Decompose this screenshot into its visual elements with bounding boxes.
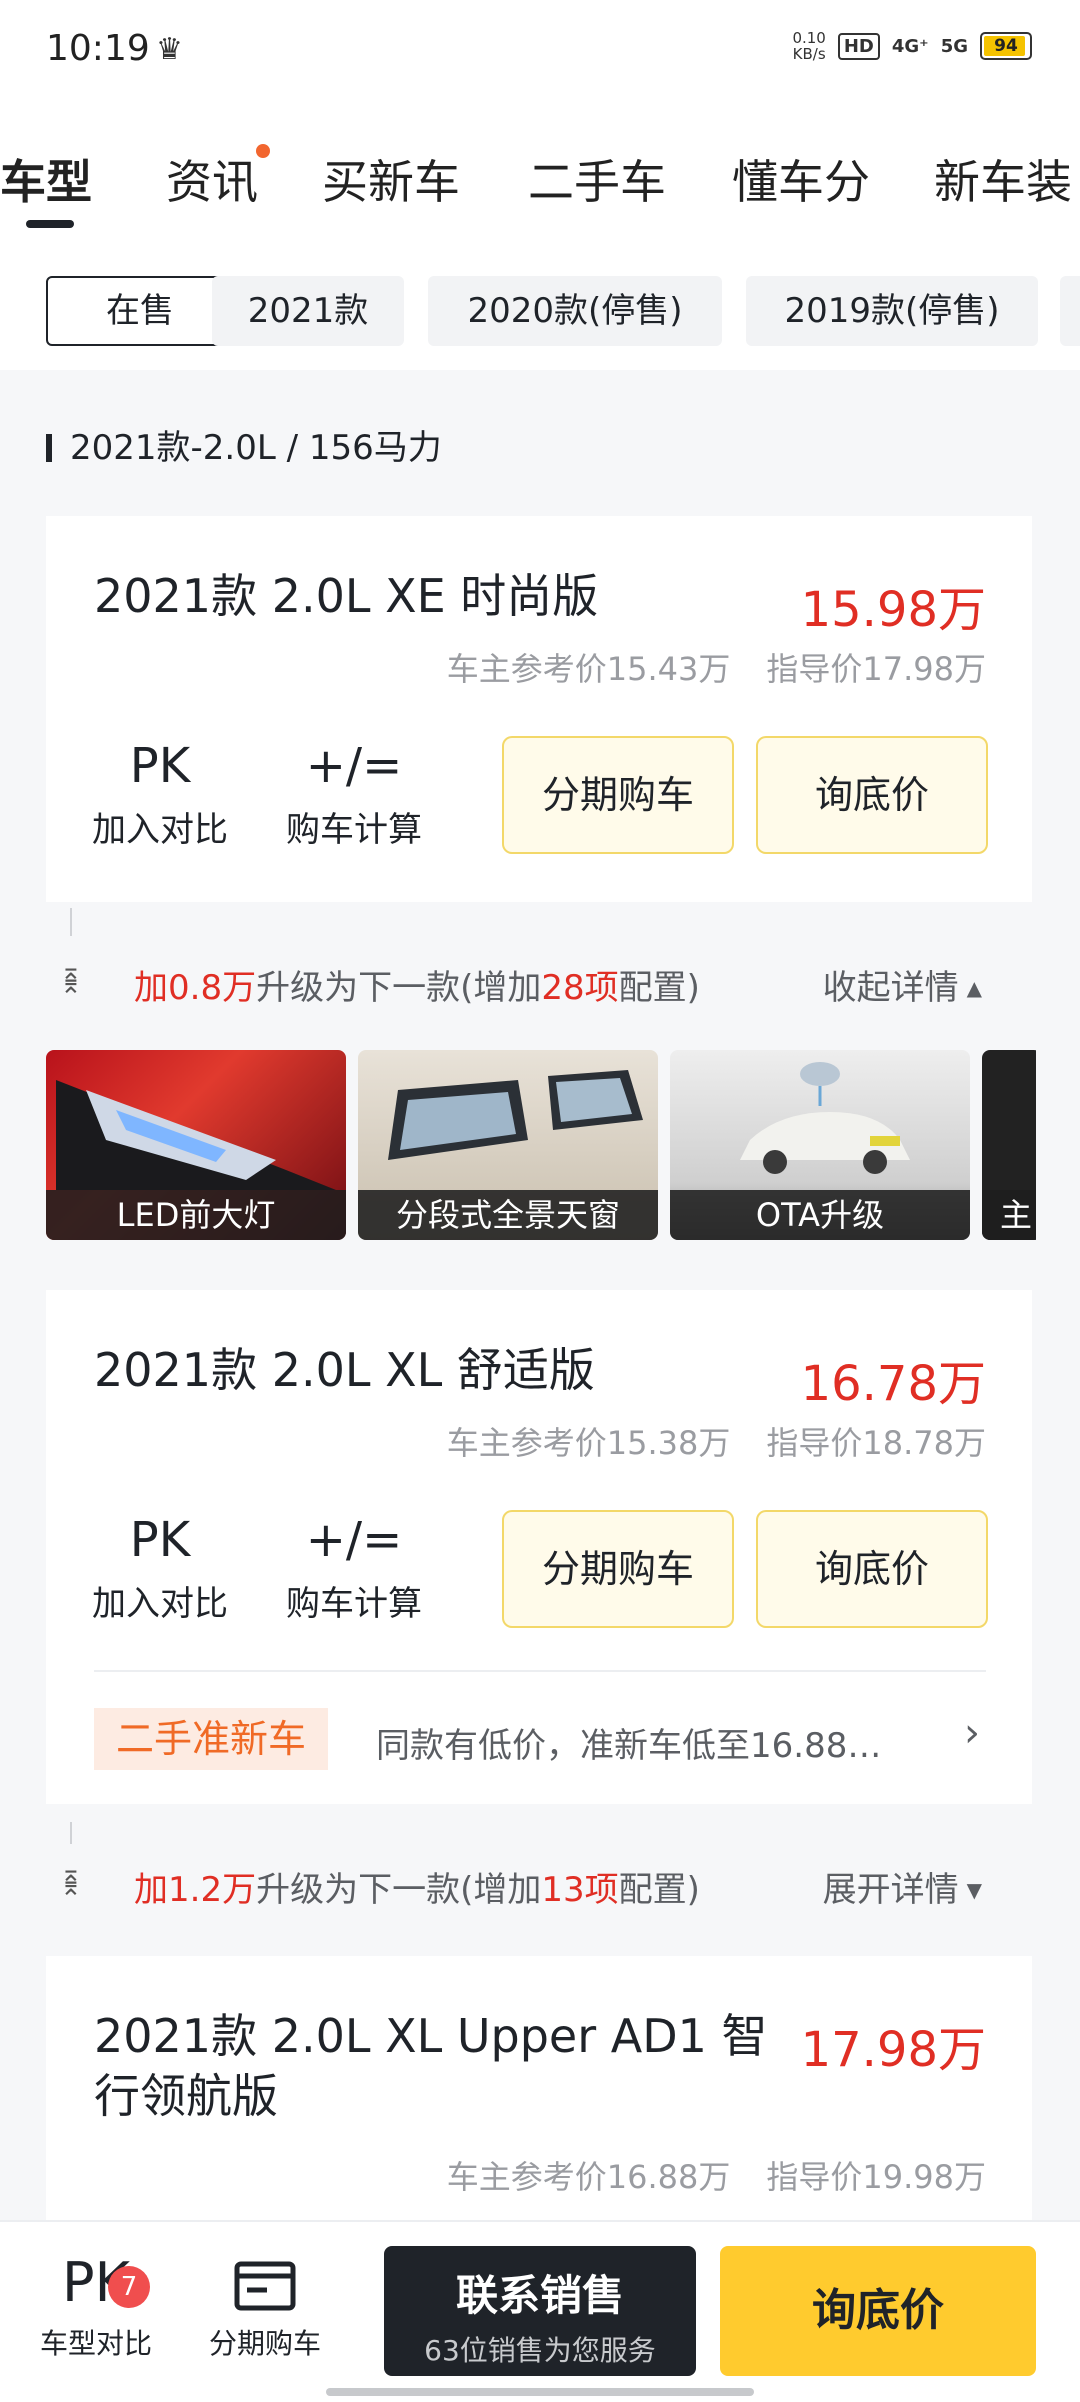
- feature-thumb[interactable]: 分段式全景天窗: [358, 1050, 658, 1240]
- bottom-action-bar: PK 7 车型对比 分期购车 联系销售 63位销售为您服务 询底价: [0, 2220, 1080, 2402]
- feature-thumbnails[interactable]: LED前大灯 分段式全景天窗 OTA升级 主: [46, 1050, 1036, 1240]
- feature-caption: 分段式全景天窗: [358, 1190, 658, 1240]
- car-card[interactable]: 2021款 2.0L XE 时尚版 15.98万 车主参考价15.43万 指导价1…: [46, 516, 1032, 902]
- active-tab-indicator: [26, 220, 74, 228]
- car-ref-prices: 车主参考价15.38万 指导价18.78万: [411, 1418, 986, 1464]
- used-car-text[interactable]: 同款有低价，准新车低至16.88…: [376, 1718, 881, 1767]
- feature-caption: OTA升级: [670, 1190, 970, 1240]
- signal-5g-icon: 5G: [940, 35, 968, 57]
- car-calculator-button[interactable]: +∕= 购车计算: [286, 1512, 422, 1625]
- tab-car-models[interactable]: 车型: [0, 146, 92, 212]
- nav-tabs: 车型 资讯 买新车 二手车 懂车分 新车装: [0, 100, 1080, 240]
- status-time: 10:19: [46, 28, 150, 69]
- tab-news[interactable]: 资讯: [166, 144, 270, 212]
- add-compare-button[interactable]: PK 加入对比: [92, 1512, 228, 1625]
- feature-thumb[interactable]: 主: [982, 1050, 1036, 1240]
- battery-icon: 94: [980, 32, 1032, 60]
- car-name: 2021款 2.0L XL Upper AD1 智行领航版: [94, 2009, 768, 2123]
- contact-sales-button[interactable]: 联系销售 63位销售为您服务: [384, 2246, 696, 2376]
- calculator-icon: +∕=: [305, 1512, 403, 1568]
- owner-ref-price: 车主参考价16.88万: [446, 2158, 731, 2196]
- car-name: 2021款 2.0L XE 时尚版: [94, 569, 599, 623]
- chip-2019[interactable]: 2019款(停售): [746, 276, 1038, 346]
- car-ref-prices: 车主参考价16.88万 指导价19.98万: [411, 2152, 986, 2198]
- bottom-inquiry-button[interactable]: 询底价: [720, 2246, 1036, 2376]
- owner-ref-price: 车主参考价15.38万: [446, 1424, 731, 1462]
- car-name: 2021款 2.0L XL 舒适版: [94, 1343, 595, 1397]
- year-filter-bar: 在售 2021款 2020款(停售) 2019款(停售): [0, 240, 1080, 370]
- car-card[interactable]: 2021款 2.0L XL 舒适版 16.78万 车主参考价15.38万 指导价1…: [46, 1290, 1032, 1804]
- signal-4g-icon: 4G⁺: [891, 35, 929, 57]
- inquiry-button[interactable]: 询底价: [756, 1510, 988, 1628]
- owner-ref-price: 车主参考价15.43万: [446, 650, 731, 688]
- tab-dongche-score[interactable]: 懂车分: [732, 146, 870, 212]
- caret-up-icon: ▲: [966, 976, 982, 1000]
- upgrade-text: 加1.2万升级为下一款(增加13项配置): [134, 1870, 700, 1910]
- expand-collapse-icon: ⌅ ⌆: [60, 956, 82, 1000]
- installment-button[interactable]: 分期购车: [502, 1510, 734, 1628]
- pk-icon: PK: [129, 1512, 191, 1568]
- chip-2020[interactable]: 2020款(停售): [428, 276, 722, 346]
- tab-buy-new-car[interactable]: 买新车: [322, 146, 460, 212]
- upgrade-text: 加0.8万升级为下一款(增加28项配置): [134, 968, 700, 1008]
- pk-icon: PK: [129, 738, 191, 794]
- chip-2021[interactable]: 2021款: [212, 276, 404, 346]
- calculator-icon: +∕=: [305, 738, 403, 794]
- expand-collapse-icon: ⌅ ⌆: [60, 1858, 82, 1902]
- compare-models-button[interactable]: PK 7 车型对比: [36, 2248, 156, 2362]
- guide-price: 指导价17.98万: [766, 650, 986, 688]
- crown-icon: ♛: [156, 32, 183, 67]
- guide-price: 指导价19.98万: [766, 2158, 986, 2196]
- installment-button[interactable]: 分期购车: [502, 736, 734, 854]
- chip-on-sale[interactable]: 在售: [46, 276, 234, 346]
- tab-new-car-outfit[interactable]: 新车装: [934, 146, 1072, 212]
- chip-more[interactable]: [1060, 276, 1080, 346]
- section-bar: [46, 434, 52, 462]
- ota-car-image: [740, 1062, 910, 1174]
- upgrade-row[interactable]: ⌅ ⌆ 加1.2万升级为下一款(增加13项配置) 展开详情 ▼: [46, 1822, 1032, 1932]
- network-speed: 0.10 KB/s: [792, 29, 826, 63]
- add-compare-button[interactable]: PK 加入对比: [92, 738, 228, 851]
- installment-tab-button[interactable]: 分期购车: [200, 2248, 330, 2362]
- feature-caption: LED前大灯: [46, 1190, 346, 1240]
- feature-thumb[interactable]: OTA升级: [670, 1050, 970, 1240]
- caret-down-icon: ▼: [966, 1878, 982, 1902]
- headlight-image: [56, 1080, 336, 1190]
- news-dot-badge: [256, 144, 270, 158]
- expand-details-toggle[interactable]: 展开详情 ▼: [823, 1862, 982, 1911]
- engine-section-title: 2021款-2.0L / 156马力: [46, 420, 442, 469]
- status-indicators: 0.10 KB/s HD 4G⁺ 5G 94: [792, 30, 1032, 62]
- car-card[interactable]: 2021款 2.0L XL Upper AD1 智行领航版 17.98万 车主参…: [46, 1956, 1032, 2220]
- feature-thumb[interactable]: LED前大灯: [46, 1050, 346, 1240]
- card-divider: [94, 1670, 986, 1672]
- car-calculator-button[interactable]: +∕= 购车计算: [286, 738, 422, 851]
- car-ref-prices: 车主参考价15.43万 指导价17.98万: [411, 644, 986, 690]
- chevron-right-icon[interactable]: ›: [964, 1710, 980, 1756]
- tab-used-car[interactable]: 二手车: [528, 146, 666, 212]
- hd-icon: HD: [837, 32, 880, 60]
- compare-count-badge: 7: [108, 2266, 150, 2308]
- car-price: 17.98万: [800, 2022, 986, 2078]
- status-bar: 10:19 ♛ 0.10 KB/s HD 4G⁺ 5G 94: [0, 0, 1080, 100]
- collapse-details-toggle[interactable]: 收起详情 ▲: [823, 960, 982, 1009]
- inquiry-button[interactable]: 询底价: [756, 736, 988, 854]
- guide-price: 指导价18.78万: [766, 1424, 986, 1462]
- feature-caption: 主: [982, 1190, 1036, 1240]
- home-indicator[interactable]: [326, 2388, 754, 2396]
- used-car-tag: 二手准新车: [94, 1708, 329, 1770]
- card-icon: [200, 2248, 330, 2318]
- upgrade-row[interactable]: ⌅ ⌆ 加0.8万升级为下一款(增加28项配置) 收起详情 ▲: [46, 908, 1032, 1030]
- sunroof-image: [388, 1070, 643, 1160]
- car-price: 16.78万: [800, 1356, 986, 1412]
- car-price: 15.98万: [800, 582, 986, 638]
